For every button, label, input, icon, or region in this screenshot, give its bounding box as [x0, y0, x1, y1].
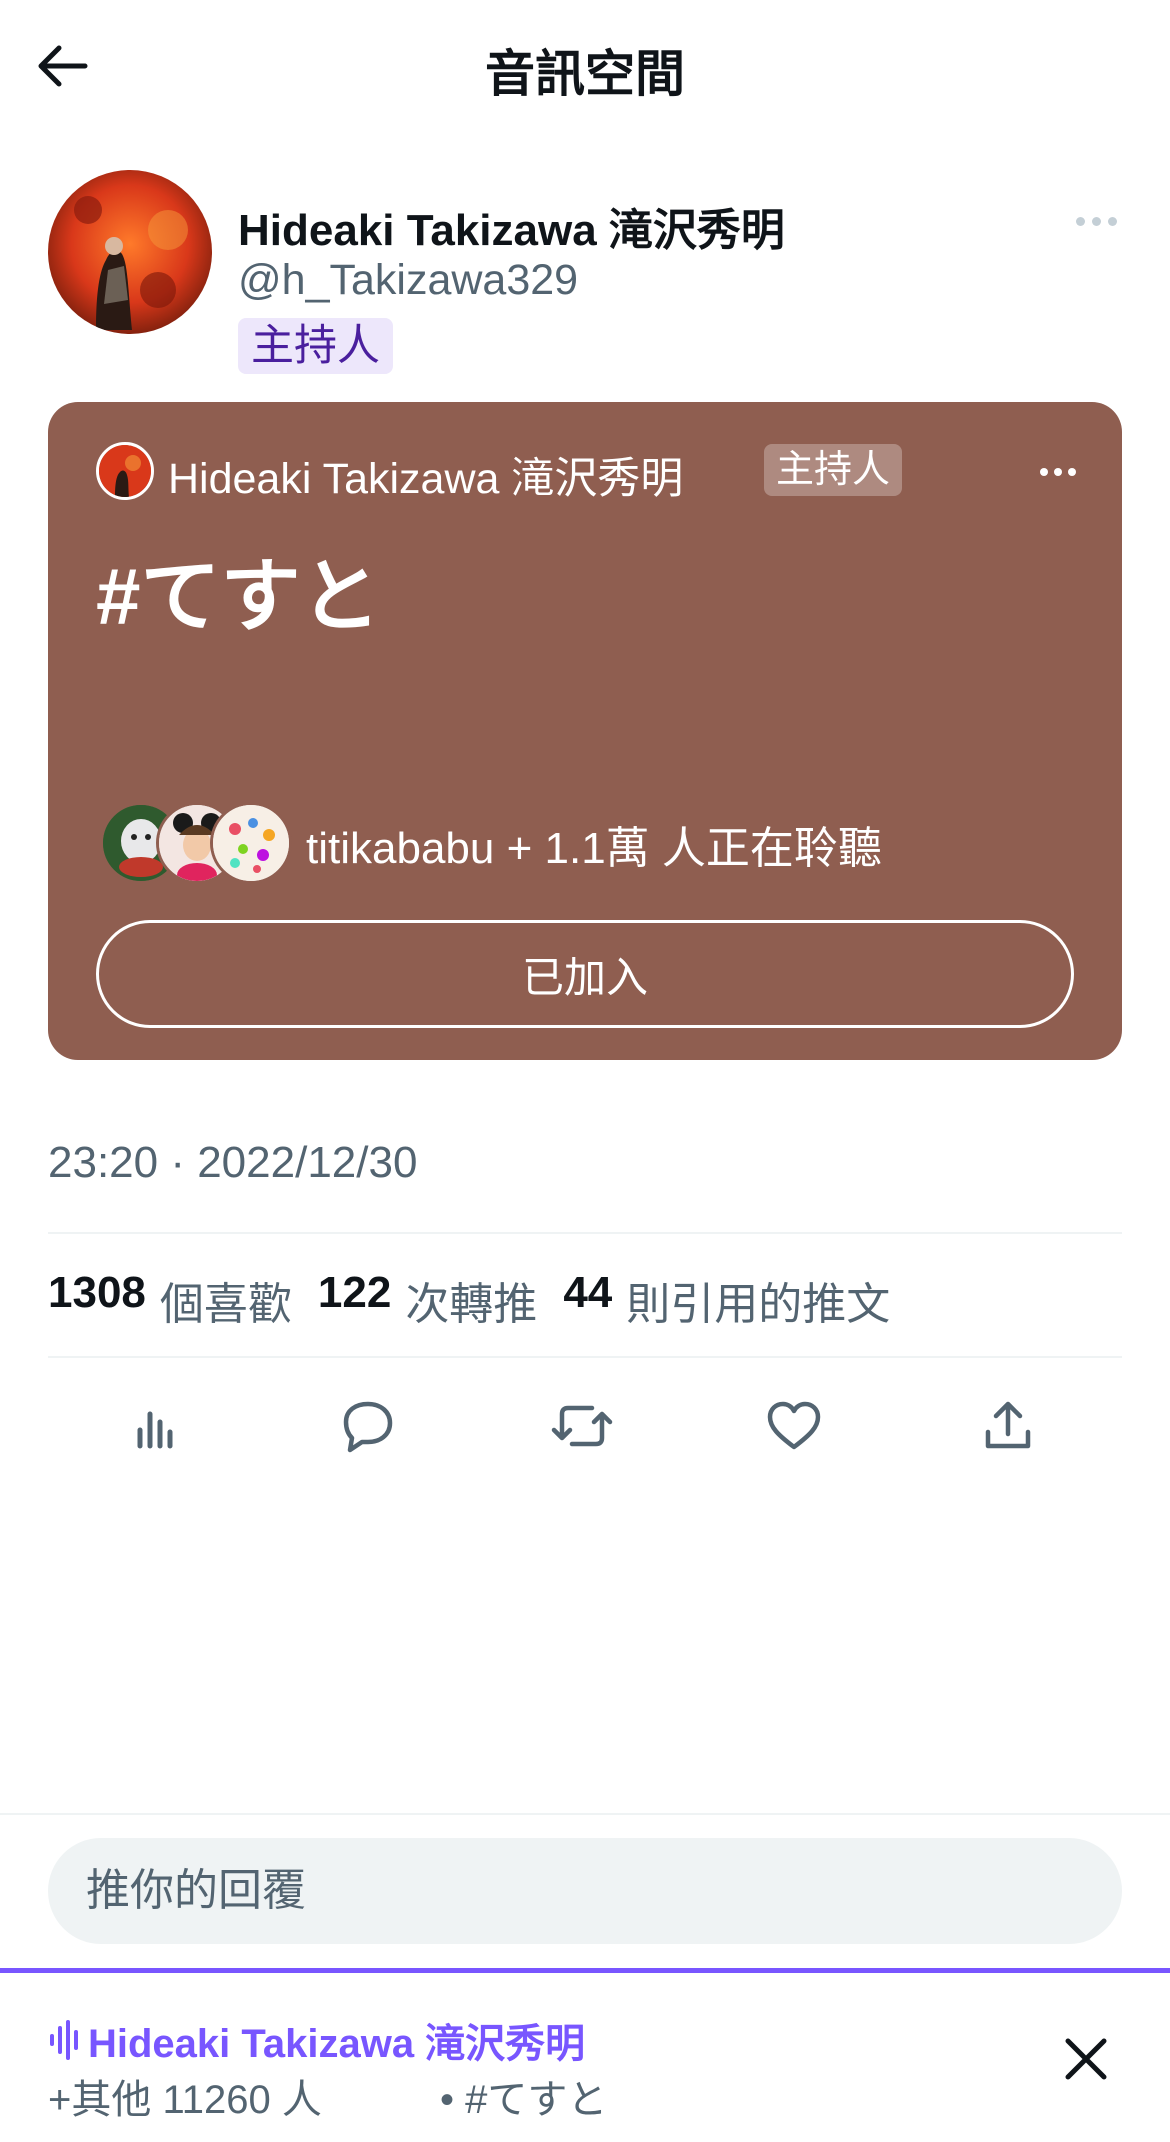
dock-listeners: +其他 11260 人 — [48, 2078, 322, 2122]
analytics-icon — [137, 1411, 173, 1449]
heart-icon — [767, 1401, 821, 1450]
analytics-button[interactable] — [120, 1390, 192, 1462]
space-card[interactable]: Hideaki Takizawa 滝沢秀明 主持人 #てすと titikabab… — [48, 402, 1122, 1060]
card-host-name: Hideaki Takizawa 滝沢秀明 — [168, 455, 684, 503]
more-options-button[interactable] — [1066, 196, 1126, 246]
listener-avatar — [210, 802, 292, 884]
divider — [0, 1813, 1170, 1815]
joined-button[interactable]: 已加入 — [96, 920, 1074, 1028]
tweet-timestamp[interactable]: 23:20 · 2022/12/30 — [48, 1138, 417, 1188]
author-handle[interactable]: @h_Takizawa329 — [238, 256, 578, 305]
share-button[interactable] — [972, 1390, 1044, 1462]
more-dot-icon — [1107, 216, 1117, 226]
dock-host-name: Hideaki Takizawa 滝沢秀明 — [88, 2022, 586, 2066]
retweets-stat[interactable]: 122 次轉推 — [318, 1268, 537, 1332]
card-host-badge: 主持人 — [764, 444, 903, 496]
reply-button[interactable] — [332, 1390, 404, 1462]
author-avatar[interactable] — [48, 170, 212, 334]
share-icon — [985, 1401, 1031, 1449]
quotes-stat[interactable]: 44 則引用的推文 — [563, 1268, 890, 1332]
more-dot-icon — [1040, 468, 1048, 476]
divider — [48, 1232, 1122, 1234]
top-bar: 音訊空間 — [0, 0, 1170, 132]
retweet-icon — [551, 1405, 613, 1447]
likes-label: 個喜歡 — [159, 1280, 292, 1329]
reply-input[interactable] — [48, 1838, 1122, 1944]
audio-wave-icon — [50, 2020, 78, 2060]
quotes-label: 則引用的推文 — [626, 1280, 891, 1329]
listener-avatars — [100, 802, 300, 886]
tweet-action-bar — [0, 1390, 1170, 1462]
close-icon — [1065, 2038, 1107, 2080]
listener-count: titikababu + 1.1萬 人正在聆聽 — [306, 824, 882, 873]
avatar-image — [48, 170, 212, 334]
more-dot-icon — [1068, 468, 1076, 476]
retweets-count: 122 — [317, 1268, 392, 1317]
reply-icon — [343, 1401, 393, 1453]
card-host-avatar — [96, 442, 154, 500]
likes-stat[interactable]: 1308 個喜歡 — [48, 1268, 292, 1332]
page-title: 音訊空間 — [485, 46, 685, 102]
card-more-button[interactable] — [1028, 454, 1088, 490]
more-dot-icon — [1075, 216, 1085, 226]
retweet-button[interactable] — [546, 1390, 618, 1462]
host-badge: 主持人 — [238, 318, 393, 374]
dock-space-title: • #てすと — [440, 2078, 608, 2122]
divider — [48, 1356, 1122, 1358]
author-name[interactable]: Hideaki Takizawa 滝沢秀明 — [238, 194, 785, 258]
quotes-count: 44 — [563, 1268, 613, 1317]
retweets-label: 次轉推 — [405, 1280, 538, 1329]
dock-host: Hideaki Takizawa 滝沢秀明 — [48, 2011, 585, 2069]
more-dot-icon — [1091, 216, 1101, 226]
space-title: #てすと — [96, 552, 381, 641]
close-dock-button[interactable] — [1050, 2023, 1122, 2095]
likes-count: 1308 — [48, 1268, 146, 1317]
engagement-stats: 1308 個喜歡 122 次轉推 44 則引用的推文 — [48, 1268, 890, 1332]
space-dock[interactable]: Hideaki Takizawa 滝沢秀明 +其他 11260 人 • #てすと — [0, 1968, 1170, 2142]
like-button[interactable] — [758, 1390, 830, 1462]
more-dot-icon — [1054, 468, 1062, 476]
